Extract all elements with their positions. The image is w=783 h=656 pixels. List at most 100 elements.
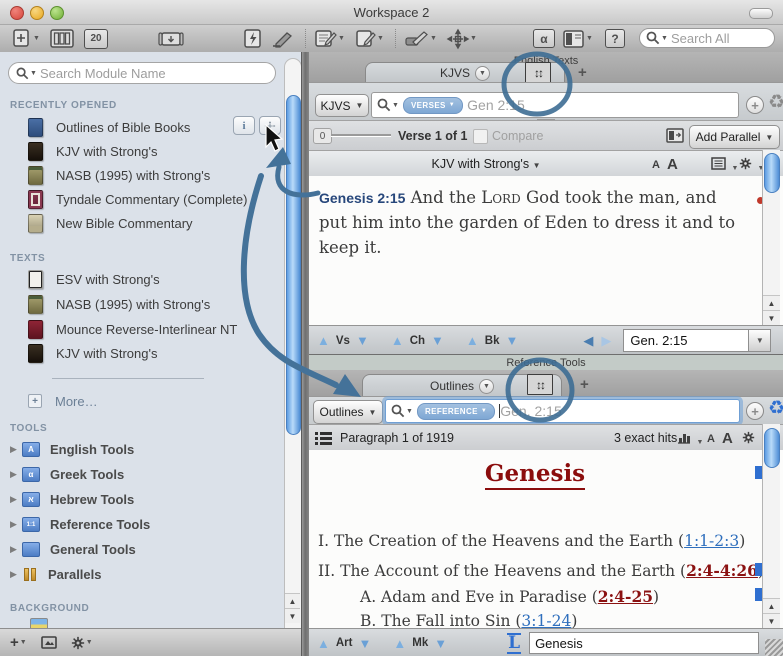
daily-reading-button[interactable]: 20: [84, 28, 108, 49]
disclosure-triangle-icon[interactable]: ▶: [10, 444, 22, 455]
add-search-term-button[interactable]: +: [746, 96, 764, 114]
tie-panes-icon[interactable]: ↕↕: [525, 62, 551, 83]
book-up-button[interactable]: ▲: [466, 334, 479, 347]
window-resize-grip[interactable]: [765, 639, 783, 656]
sidebar-item-reference-tools[interactable]: ▶ 1:1 Reference Tools: [10, 513, 270, 536]
search-all-field[interactable]: ▼ Search All: [639, 28, 775, 48]
outline-list-icon[interactable]: [315, 432, 332, 450]
bookmark-flag[interactable]: [755, 466, 762, 479]
text-browser-button[interactable]: [158, 28, 184, 49]
sidebar-item-kjv-texts[interactable]: KJV with Strong's: [28, 342, 278, 364]
add-tab-outlines-plus[interactable]: +: [580, 376, 589, 393]
outlines-content-pane[interactable]: Genesis I. The Creation of the Heavens a…: [309, 450, 783, 628]
goto-reference-combo[interactable]: Gen. 2:15 ▼: [623, 329, 771, 352]
highlight-pen-button[interactable]: ▼: [405, 28, 437, 49]
sidebar-item-greek-tools[interactable]: ▶ α Greek Tools: [10, 463, 270, 486]
tie-panes-icon[interactable]: ↕↕: [527, 374, 553, 395]
top-pane-scrollbar[interactable]: ▲ ▼: [762, 150, 780, 325]
history-forward-button[interactable]: ▶: [601, 334, 611, 347]
article-up-button[interactable]: ▲: [317, 637, 330, 650]
combo-dropdown-icon[interactable]: ▼: [748, 330, 770, 351]
analysis-chart-icon[interactable]: ▼: [677, 430, 703, 449]
sidebar-item-english-tools[interactable]: ▶ A English Tools: [10, 438, 270, 461]
add-module-button[interactable]: +▼: [10, 634, 27, 651]
goto-entry-field[interactable]: Genesis: [529, 632, 759, 654]
increase-font-button[interactable]: A: [722, 430, 733, 447]
scope-pill-verses[interactable]: VERSES▼: [403, 97, 463, 114]
sidebar-item-tyndale-commentary[interactable]: Tyndale Commentary (Complete): [28, 188, 278, 210]
sidebar-item-mounce[interactable]: Mounce Reverse-Interlinear NT: [28, 318, 278, 340]
verses-search-field[interactable]: ▼ VERSES▼ Gen 2:15: [371, 92, 739, 118]
add-tab-kjvs-plus[interactable]: +: [578, 64, 587, 81]
verse-range-link-hit[interactable]: 2:4-4:26: [686, 561, 758, 580]
display-list-icon[interactable]: ▼: [711, 157, 738, 175]
sidebar-item-esv[interactable]: ESV with Strong's: [28, 268, 278, 290]
tab-menu-icon[interactable]: ▼: [479, 379, 494, 394]
disclosure-triangle-icon[interactable]: ▶: [10, 494, 22, 505]
kjvs-module-button[interactable]: KJVS▼: [315, 94, 369, 117]
character-palette-button[interactable]: α: [533, 28, 555, 49]
help-button[interactable]: ?: [605, 28, 625, 49]
user-notes-button[interactable]: ▼: [315, 28, 345, 49]
detach-pane-icon[interactable]: [666, 128, 684, 148]
module-search-field[interactable]: ▼ Search Module Name: [8, 62, 276, 84]
amplify-button[interactable]: ▼: [447, 28, 477, 49]
chapter-down-button[interactable]: ▼: [431, 334, 444, 347]
refresh-icon[interactable]: ♻: [768, 93, 783, 112]
refresh-icon[interactable]: ♻: [768, 399, 783, 418]
verse-reference[interactable]: Genesis 2:15: [319, 190, 405, 206]
edit-button[interactable]: ▼: [356, 28, 384, 49]
top-pane-scrollbar-thumb[interactable]: [764, 153, 780, 193]
reference-search-field[interactable]: ▼ REFERENCE▼ Gen. 2:15: [385, 399, 740, 423]
new-tab-button[interactable]: ▼: [12, 28, 40, 49]
chapter-up-button[interactable]: ▲: [391, 334, 404, 347]
sidebar-item-new-bible-commentary[interactable]: New Bible Commentary: [28, 212, 278, 234]
tab-menu-icon[interactable]: ▼: [475, 66, 490, 81]
title-bar[interactable]: Workspace 2: [0, 0, 783, 25]
sidebar-item-kjv-strongs-recent[interactable]: KJV with Strong's: [28, 140, 278, 162]
outlines-module-button[interactable]: Outlines▼: [313, 400, 383, 424]
context-slider[interactable]: [331, 134, 391, 137]
add-parallel-button[interactable]: Add Parallel▼: [689, 125, 780, 149]
verse-range-link[interactable]: 1:1-2:3: [684, 532, 739, 550]
sidebar-item-nasb-texts[interactable]: NASB (1995) with Strong's: [28, 293, 278, 315]
scroll-up-arrow[interactable]: ▲: [285, 593, 300, 608]
scroll-down-arrow[interactable]: ▼: [763, 310, 780, 325]
compare-checkbox[interactable]: [473, 129, 488, 144]
disclosure-triangle-icon[interactable]: ▶: [10, 519, 22, 530]
kjv-text-pane[interactable]: Genesis 2:15 And the Lord God took the m…: [309, 176, 783, 325]
scope-pill-reference[interactable]: REFERENCE▼: [417, 403, 495, 420]
goto-box-icon[interactable]: L: [507, 633, 521, 654]
sidebar-scrollbar[interactable]: ▲ ▼: [284, 58, 302, 646]
sidebar-item-general-tools[interactable]: ▶ General Tools: [10, 538, 270, 561]
sidebar-settings-button[interactable]: ▼: [71, 636, 93, 650]
scroll-down-arrow[interactable]: ▼: [763, 613, 780, 628]
highlighter-button[interactable]: [271, 28, 295, 49]
disclosure-triangle-icon[interactable]: ▶: [10, 569, 22, 580]
sidebar-item-hebrew-tools[interactable]: ▶ א Hebrew Tools: [10, 488, 270, 511]
mark-up-button[interactable]: ▲: [393, 637, 406, 650]
verse-up-button[interactable]: ▲: [317, 334, 330, 347]
sidebar-item-parallels[interactable]: ▶ Parallels: [10, 563, 270, 586]
amplify-module-button[interactable]: [259, 116, 281, 135]
increase-font-button[interactable]: A: [667, 156, 678, 173]
bottom-pane-scrollbar[interactable]: ▲ ▼: [762, 424, 780, 628]
book-down-button[interactable]: ▼: [506, 334, 519, 347]
decrease-font-button[interactable]: A: [707, 433, 715, 445]
library-button[interactable]: [50, 28, 74, 49]
mark-down-button[interactable]: ▼: [434, 637, 447, 650]
article-down-button[interactable]: ▼: [359, 637, 372, 650]
verse-range-link[interactable]: 3:1-24: [521, 612, 571, 628]
decrease-font-button[interactable]: A: [652, 159, 660, 171]
verse-range-link-hit[interactable]: 2:4-25: [598, 587, 653, 606]
disclosure-triangle-icon[interactable]: ▶: [10, 544, 22, 555]
instant-details-button[interactable]: [243, 28, 263, 49]
sidebar-item-nasb-recent[interactable]: NASB (1995) with Strong's: [28, 164, 278, 186]
bookmark-flag[interactable]: [755, 563, 762, 576]
sidebar-scrollbar-thumb[interactable]: [286, 95, 301, 435]
scroll-up-arrow[interactable]: ▲: [763, 598, 780, 613]
add-search-term-button[interactable]: +: [746, 402, 764, 420]
pane-settings-icon[interactable]: ▼: [739, 157, 764, 175]
bookmark-flag[interactable]: [755, 588, 762, 601]
bottom-pane-scrollbar-thumb[interactable]: [764, 428, 780, 468]
